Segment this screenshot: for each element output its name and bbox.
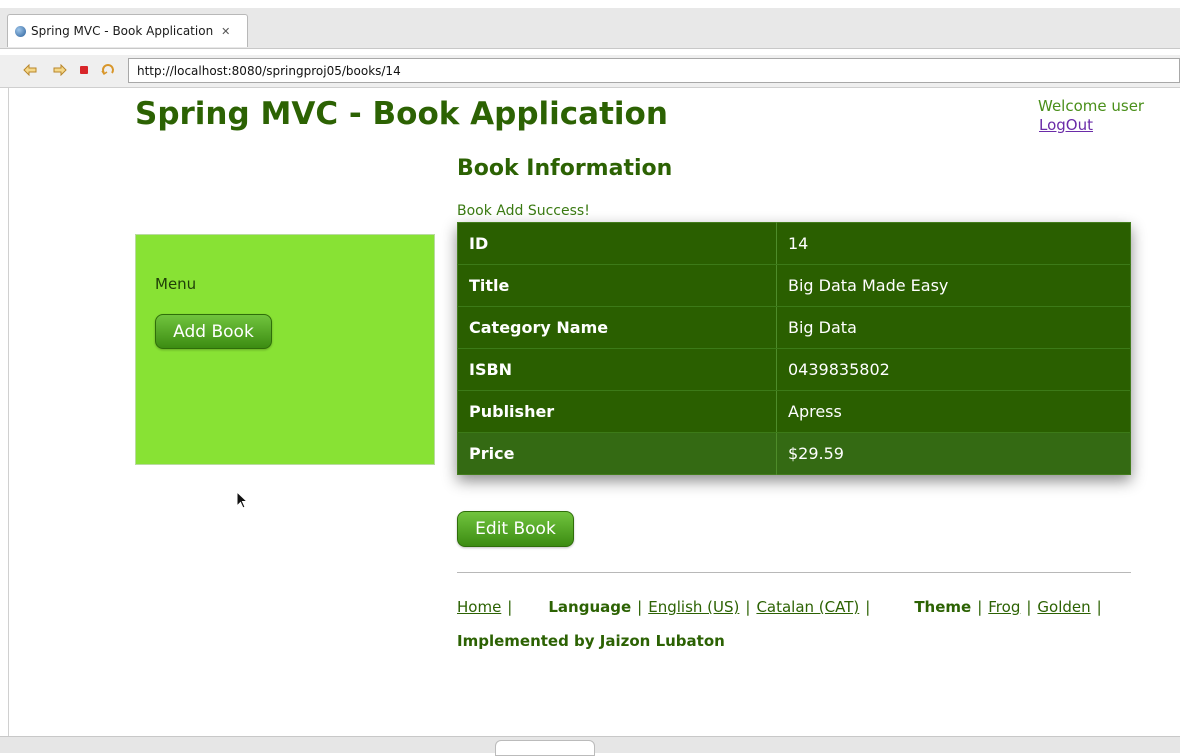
window-top-strip [0,0,1180,8]
globe-icon [15,25,26,37]
table-row: Price $29.59 [457,432,1131,475]
add-book-button[interactable]: Add Book [155,314,272,349]
home-link[interactable]: Home [457,598,501,616]
row-value: 14 [776,222,1131,265]
row-value: $29.59 [776,432,1131,475]
refresh-icon[interactable] [100,62,116,78]
welcome-text: Welcome user [1038,97,1145,115]
language-label: Language [548,598,632,616]
row-label: Price [457,432,777,475]
row-label: ID [457,222,777,265]
book-info-table: ID 14 Title Big Data Made Easy Category … [457,222,1131,475]
row-value: Big Data [776,306,1131,349]
close-tab-icon[interactable]: ✕ [221,25,230,38]
back-arrow-icon[interactable] [22,62,38,78]
row-label: Title [457,264,777,307]
url-bar[interactable]: http://localhost:8080/springproj05/books… [128,58,1180,83]
stop-icon[interactable] [76,62,92,78]
table-row: Title Big Data Made Easy [457,264,1131,307]
browser-tab[interactable]: Spring MVC - Book Application ✕ [7,14,248,47]
table-row: ID 14 [457,222,1131,265]
row-value: 0439835802 [776,348,1131,391]
theme-label: Theme [914,598,972,616]
separator: | [1096,598,1102,616]
status-tab[interactable] [495,740,595,756]
frog-theme-link[interactable]: Frog [988,598,1020,616]
row-label: Category Name [457,306,777,349]
table-row: Publisher Apress [457,390,1131,433]
catalan-language-link[interactable]: Catalan (CAT) [756,598,859,616]
implemented-by-text: Implemented by Jaizon Lubaton [457,632,725,650]
menu-label: Menu [155,275,197,293]
table-row: ISBN 0439835802 [457,348,1131,391]
row-value: Apress [776,390,1131,433]
logout-link[interactable]: LogOut [1039,116,1093,134]
separator: | [507,598,513,616]
row-value: Big Data Made Easy [776,264,1131,307]
success-message: Book Add Success! [457,203,590,219]
table-row: Category Name Big Data [457,306,1131,349]
menu-panel [135,234,435,465]
golden-theme-link[interactable]: Golden [1037,598,1090,616]
edit-book-button[interactable]: Edit Book [457,511,574,547]
footer-divider [457,572,1131,573]
separator: | [977,598,983,616]
mouse-cursor-icon [236,490,249,513]
separator: | [745,598,751,616]
separator: | [1026,598,1032,616]
section-title: Book Information [457,156,673,181]
footer-links: Home | Language | English (US) | Catalan… [457,598,1108,616]
english-language-link[interactable]: English (US) [648,598,739,616]
browser-tab-title: Spring MVC - Book Application [31,24,214,38]
app-title: Spring MVC - Book Application [135,96,668,132]
separator: | [637,598,643,616]
forward-arrow-icon[interactable] [52,62,68,78]
separator: | [865,598,871,616]
row-label: ISBN [457,348,777,391]
row-label: Publisher [457,390,777,433]
